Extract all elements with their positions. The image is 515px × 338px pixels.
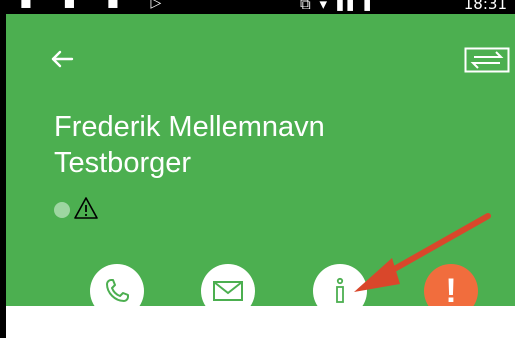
info-icon [336,277,344,303]
status-dot [54,202,70,218]
content-area [6,306,515,338]
status-bar: ◼ ◼ ◼ ▷ ⧉ ▾ ▮▮ ▮ 18:31 [0,0,515,14]
phone-icon [106,279,129,302]
contact-header: Frederik Mellemnavn Testborger ! [6,14,515,318]
envelope-icon [213,281,243,301]
contact-name: Frederik Mellemnavn Testborger [54,109,325,181]
arrow-left-icon[interactable] [46,44,76,74]
exclamation-icon: ! [445,272,457,310]
status-bar-left-icons: ◼ ◼ ◼ ▷ [20,0,176,10]
status-bar-time: 18:31 [463,0,507,13]
contact-name-first-line: Frederik Mellemnavn [54,111,325,143]
swap-arrows-icon[interactable] [464,47,510,73]
contact-status-row [54,196,134,220]
contact-name-second-line: Testborger [54,147,192,179]
warning-icon[interactable] [73,196,99,220]
status-bar-right-icons: ⧉ ▾ ▮▮ ▮ [300,0,374,13]
